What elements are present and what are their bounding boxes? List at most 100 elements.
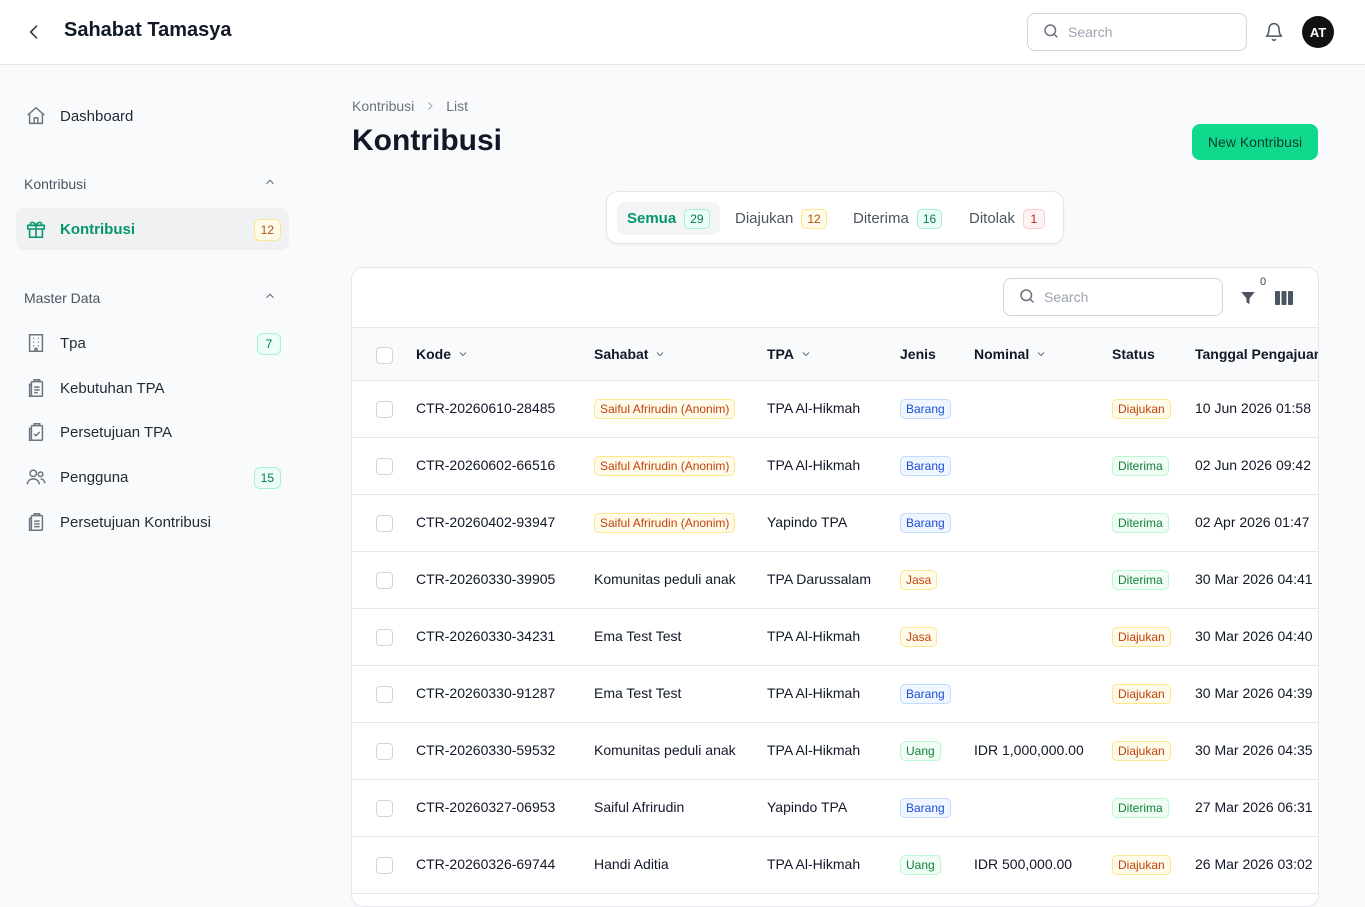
tab-semua[interactable]: Semua 29 xyxy=(617,202,720,235)
cell-jenis-badge: Barang xyxy=(900,399,951,419)
sidebar-item-persetujuan-kontribusi[interactable]: Persetujuan Kontribusi xyxy=(16,501,289,543)
breadcrumb-root[interactable]: Kontribusi xyxy=(352,98,414,114)
cell-kode: CTR-20260602-66516 xyxy=(416,457,556,473)
cell-kode: CTR-20260330-59532 xyxy=(416,742,556,758)
cell-tpa: TPA Darussalam xyxy=(767,571,871,587)
table-search-box[interactable] xyxy=(1003,278,1223,316)
columns-icon[interactable] xyxy=(1272,286,1296,310)
row-checkbox[interactable] xyxy=(376,743,393,760)
tab-count-badge: 29 xyxy=(684,208,710,229)
row-checkbox[interactable] xyxy=(376,857,393,874)
sidebar-item-kontribusi[interactable]: Kontribusi 12 xyxy=(16,208,289,250)
cell-tanggal: 30 Mar 2026 04:39 xyxy=(1195,685,1313,701)
sidebar-item-label: Dashboard xyxy=(60,107,134,125)
top-search-box[interactable] xyxy=(1027,13,1247,51)
cell-jenis-badge: Barang xyxy=(900,684,951,704)
table-row[interactable]: CTR-20260326-69744 Handi Aditia TPA Al-Hik… xyxy=(352,837,1318,894)
column-tanggal-pengajuan[interactable]: Tanggal Pengajuan xyxy=(1195,346,1318,362)
sidebar-item-kebutuhan-tpa[interactable]: Kebutuhan TPA xyxy=(16,367,289,409)
tab-label: Diajukan xyxy=(735,210,794,227)
cell-sahabat: Saiful Afrirudin xyxy=(594,799,685,815)
column-label: TPA xyxy=(767,346,794,362)
app-title: Sahabat Tamasya xyxy=(64,19,232,41)
cell-sahabat: Ema Test Test xyxy=(594,685,682,701)
cell-kode: CTR-20260330-91287 xyxy=(416,685,556,701)
column-nominal[interactable]: Nominal xyxy=(974,346,1047,362)
count-badge: 7 xyxy=(257,333,281,355)
cell-kode: CTR-20260402-93947 xyxy=(416,514,556,530)
filter-count-badge: 0 xyxy=(1260,276,1267,288)
cell-tanggal: 30 Mar 2026 04:40 xyxy=(1195,628,1313,644)
tab-count-badge: 1 xyxy=(1022,208,1045,229)
cell-tanggal: 30 Mar 2026 04:35 xyxy=(1195,742,1313,758)
search-icon xyxy=(1042,22,1060,43)
sidebar-item-dashboard[interactable]: Dashboard xyxy=(16,95,289,137)
chevron-up-icon xyxy=(263,289,277,306)
cell-status-badge: Diajukan xyxy=(1112,627,1171,647)
tab-ditolak[interactable]: Ditolak 1 xyxy=(959,202,1055,235)
column-label: Nominal xyxy=(974,346,1030,362)
cell-status-badge: Diajukan xyxy=(1112,741,1171,761)
sidebar-group-master-data[interactable]: Master Data xyxy=(24,289,277,306)
sidebar-item-tpa[interactable]: Tpa 7 xyxy=(16,322,289,364)
status-tabs: Semua 29 Diajukan 12 Diterima 16 Ditolak… xyxy=(606,191,1064,244)
cell-sahabat-anonim-badge: Saiful Afrirudin (Anonim) xyxy=(594,399,736,419)
column-kode[interactable]: Kode xyxy=(416,346,469,362)
column-tpa[interactable]: TPA xyxy=(767,346,812,362)
back-icon[interactable] xyxy=(22,20,46,44)
row-checkbox[interactable] xyxy=(376,401,393,418)
column-label: Status xyxy=(1112,346,1155,362)
count-badge: 12 xyxy=(253,219,281,241)
cell-jenis-badge: Barang xyxy=(900,513,951,533)
column-status: Status xyxy=(1112,346,1155,362)
table-row[interactable]: CTR-20260610-28485 Saiful Afrirudin (Anon… xyxy=(352,381,1318,438)
cell-tpa: TPA Al-Hikmah xyxy=(767,742,861,758)
tab-count-badge: 16 xyxy=(916,208,943,229)
select-all-checkbox[interactable] xyxy=(376,347,393,364)
clipboard-copy-icon xyxy=(24,376,48,400)
cell-status-badge: Diajukan xyxy=(1112,855,1171,875)
sidebar: Dashboard Kontribusi Kontribusi 12 Maste… xyxy=(0,65,305,900)
chevron-down-icon xyxy=(654,348,666,360)
sidebar-group-title: Master Data xyxy=(24,289,101,306)
row-checkbox[interactable] xyxy=(376,686,393,703)
sidebar-group-kontribusi[interactable]: Kontribusi xyxy=(24,175,277,192)
tab-diterima[interactable]: Diterima 16 xyxy=(843,202,952,235)
cell-status-badge: Diterima xyxy=(1112,456,1169,476)
tab-diajukan[interactable]: Diajukan 12 xyxy=(725,202,837,235)
bell-icon[interactable] xyxy=(1262,20,1286,44)
cell-kode: CTR-20260327-06953 xyxy=(416,799,556,815)
sidebar-item-label: Tpa xyxy=(60,334,86,352)
cell-jenis-badge: Jasa xyxy=(900,627,938,647)
table-row[interactable]: CTR-20260402-93947 Saiful Afrirudin (Anon… xyxy=(352,495,1318,552)
cell-nominal: IDR 500,000.00 xyxy=(974,856,1073,872)
table-row[interactable]: CTR-20260330-59532 Komunitas peduli anak T… xyxy=(352,723,1318,780)
row-checkbox[interactable] xyxy=(376,629,393,646)
table-row[interactable]: CTR-20260327-06953 Saiful Afrirudin Yapind… xyxy=(352,780,1318,837)
row-checkbox[interactable] xyxy=(376,572,393,589)
column-sahabat[interactable]: Sahabat xyxy=(594,346,666,362)
cell-tpa: TPA Al-Hikmah xyxy=(767,685,861,701)
cell-tanggal: 30 Mar 2026 04:41 xyxy=(1195,571,1313,587)
row-checkbox[interactable] xyxy=(376,458,393,475)
cell-status-badge: Diajukan xyxy=(1112,399,1171,419)
tab-count-badge: 12 xyxy=(801,208,827,229)
sidebar-item-persetujuan-tpa[interactable]: Persetujuan TPA xyxy=(16,411,289,453)
chevron-down-icon xyxy=(1035,348,1047,360)
cell-nominal: IDR 1,000,000.00 xyxy=(974,742,1084,758)
row-checkbox[interactable] xyxy=(376,800,393,817)
avatar[interactable]: AT xyxy=(1302,16,1334,48)
table-row[interactable]: CTR-20260330-34231 Ema Test Test TPA Al-Hi… xyxy=(352,609,1318,666)
chevron-right-icon xyxy=(424,100,436,112)
top-bar: Sahabat Tamasya AT xyxy=(0,0,1365,65)
table-row[interactable]: CTR-20260330-91287 Ema Test Test TPA Al-Hi… xyxy=(352,666,1318,723)
row-checkbox[interactable] xyxy=(376,515,393,532)
search-icon xyxy=(1018,287,1036,308)
table-row[interactable]: CTR-20260602-66516 Saiful Afrirudin (Anon… xyxy=(352,438,1318,495)
table-search-input[interactable] xyxy=(1044,289,1194,305)
new-kontribusi-button[interactable]: New Kontribusi xyxy=(1192,124,1318,160)
top-search-input[interactable] xyxy=(1068,24,1218,40)
filter-icon[interactable] xyxy=(1236,286,1260,310)
sidebar-item-pengguna[interactable]: Pengguna 15 xyxy=(16,456,289,498)
table-row[interactable]: CTR-20260330-39905 Komunitas peduli anak T… xyxy=(352,552,1318,609)
